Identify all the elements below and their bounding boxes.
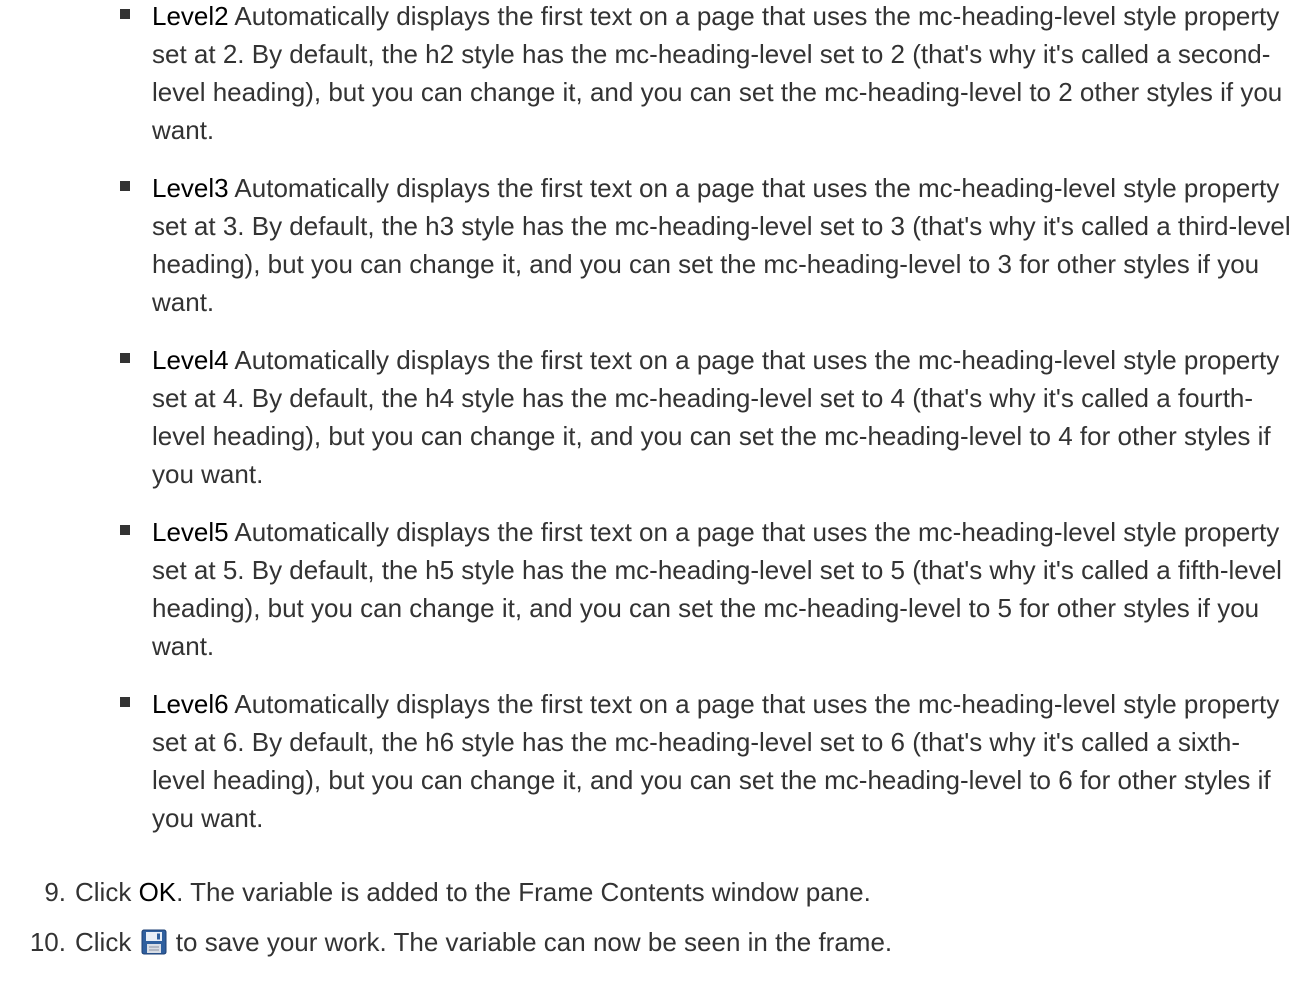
term-level3: Level3 — [152, 173, 229, 203]
term-level2: Level2 — [152, 1, 229, 31]
level6-description: Automatically displays the first text on… — [152, 689, 1280, 833]
step-text-after: to save your work. The variable can now … — [168, 927, 893, 957]
document-page: Level2 Automatically displays the first … — [0, 0, 1298, 989]
term-level4: Level4 — [152, 345, 229, 375]
square-bullet-icon — [120, 525, 130, 535]
step-9: 9. Click OK. The variable is added to th… — [0, 873, 1298, 911]
procedure-steps: 9. Click OK. The variable is added to th… — [0, 873, 1298, 973]
step-text-before: Click — [75, 877, 139, 907]
square-bullet-icon — [120, 9, 130, 19]
level2-description: Automatically displays the first text on… — [152, 1, 1283, 145]
save-icon — [141, 929, 167, 955]
square-bullet-icon — [120, 353, 130, 363]
list-item-level2: Level2 Automatically displays the first … — [118, 0, 1293, 149]
list-item-level4: Level4 Automatically displays the first … — [118, 341, 1293, 493]
step-text-after: . The variable is added to the Frame Con… — [176, 877, 871, 907]
heading-level-list: Level2 Automatically displays the first … — [118, 0, 1293, 857]
step-text-before: Click — [75, 927, 139, 957]
square-bullet-icon — [120, 181, 130, 191]
term-level6: Level6 — [152, 689, 229, 719]
square-bullet-icon — [120, 697, 130, 707]
level3-description: Automatically displays the first text on… — [152, 173, 1291, 317]
level5-description: Automatically displays the first text on… — [152, 517, 1282, 661]
step-10: 10. Click to save your work. The variabl… — [0, 923, 1298, 961]
ok-button-reference: OK — [138, 877, 177, 907]
list-item-level5: Level5 Automatically displays the first … — [118, 513, 1293, 665]
step-number: 9. — [44, 877, 66, 907]
level4-description: Automatically displays the first text on… — [152, 345, 1280, 489]
list-item-level6: Level6 Automatically displays the first … — [118, 685, 1293, 837]
list-item-level3: Level3 Automatically displays the first … — [118, 169, 1293, 321]
step-number: 10. — [29, 927, 66, 957]
term-level5: Level5 — [152, 517, 229, 547]
